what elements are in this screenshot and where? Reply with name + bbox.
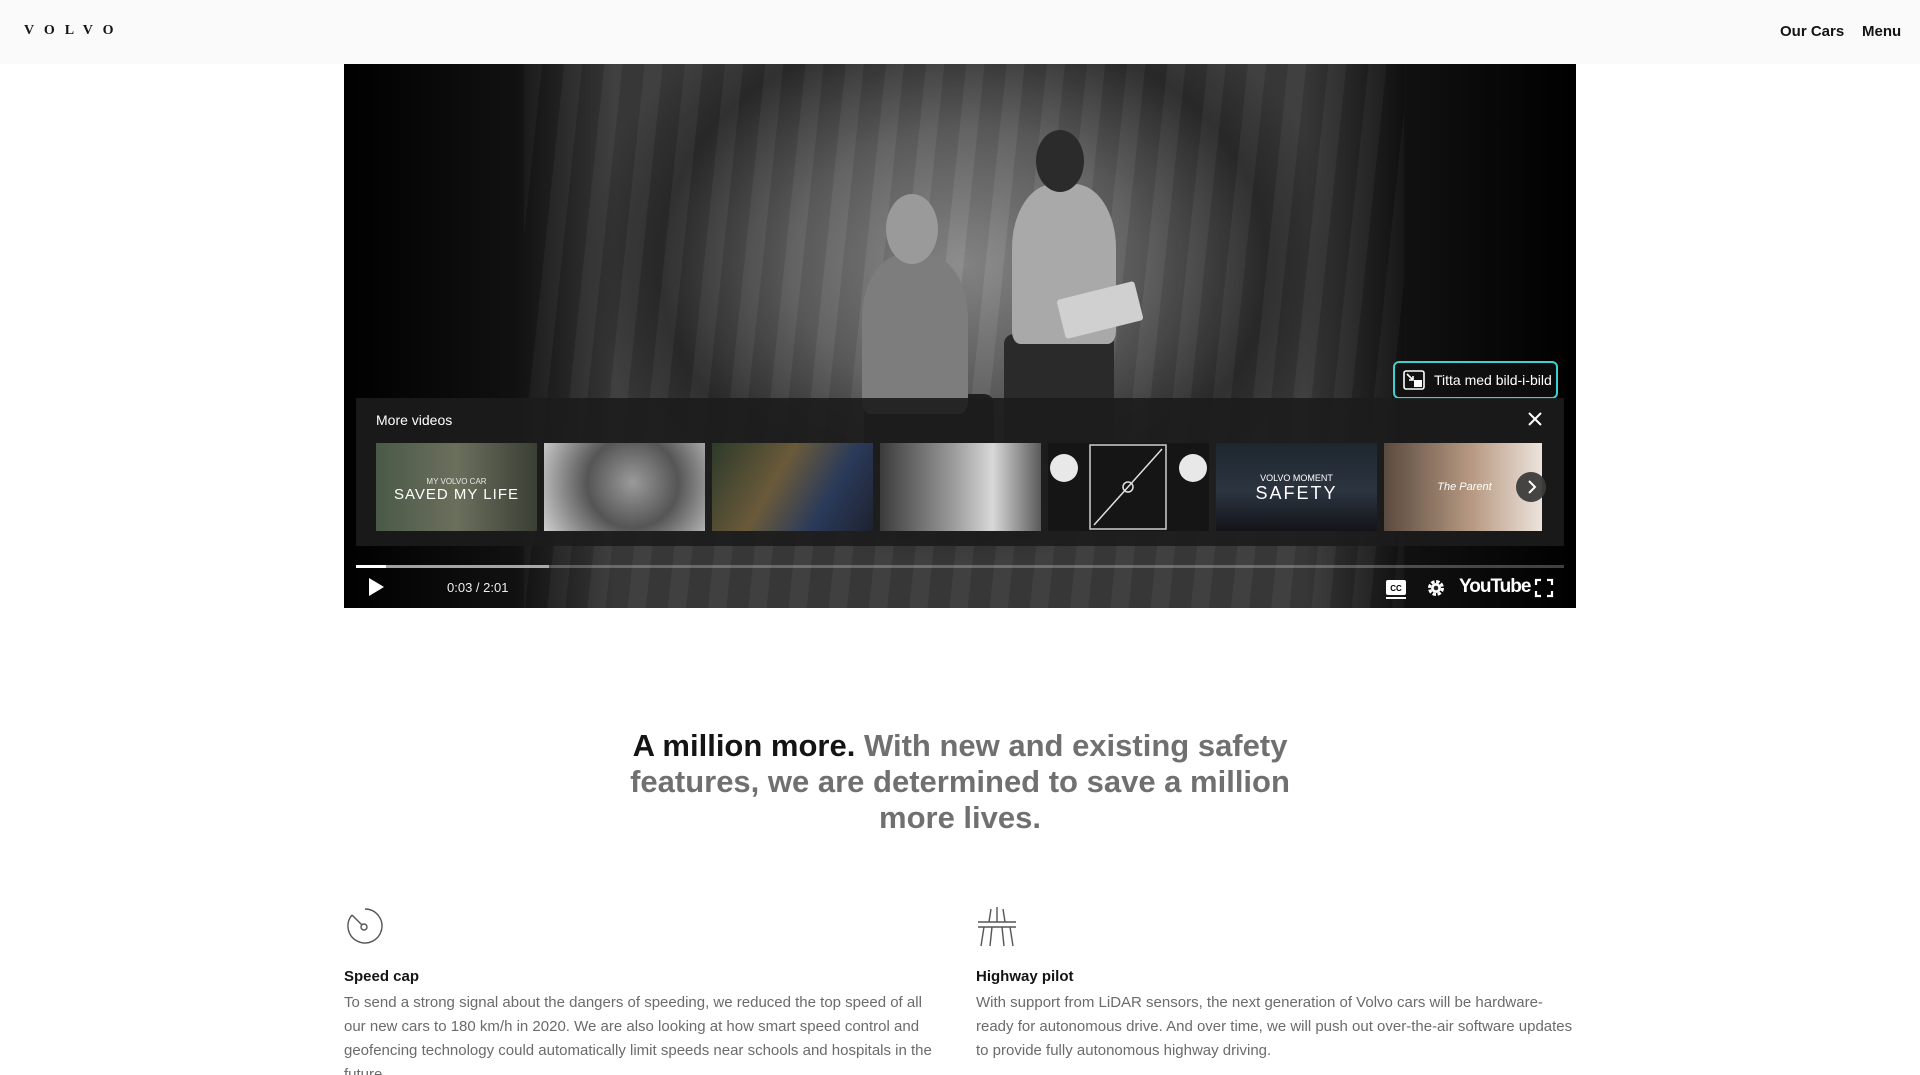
feature-highway-pilot: Highway pilot With support from LiDAR se…	[976, 968, 1576, 1063]
video-progress-bar[interactable]	[356, 565, 1564, 568]
video-thumbnail[interactable]	[544, 443, 705, 531]
feature-speed-cap: Speed cap To send a strong signal about …	[344, 968, 944, 1075]
video-thumbnail[interactable]: MY VOLVO CAR SAVED MY LIFE	[376, 443, 537, 531]
nav-menu[interactable]: Menu	[1862, 23, 1901, 40]
volvo-logo[interactable]: VOLVO	[24, 23, 124, 39]
feature-body: To send a strong signal about the danger…	[344, 994, 932, 1075]
cc-icon[interactable]: CC	[1385, 579, 1407, 604]
nav-our-cars[interactable]: Our Cars	[1780, 23, 1844, 40]
video-thumbnail[interactable]	[712, 443, 873, 531]
played-bar	[356, 565, 387, 568]
headline-strong: A million more.	[632, 728, 856, 763]
picture-in-picture-button[interactable]: Titta med bild-i-bild	[1393, 361, 1558, 399]
play-icon[interactable]	[366, 576, 386, 603]
video-player[interactable]: Titta med bild-i-bild More videos MY VOL…	[344, 64, 1576, 608]
speedometer-icon	[344, 904, 386, 946]
pip-icon	[1403, 370, 1425, 390]
close-icon[interactable]	[1526, 410, 1544, 428]
chevron-right-icon[interactable]	[1516, 472, 1546, 502]
feature-title: Highway pilot	[976, 968, 1074, 985]
youtube-logo[interactable]: YouTube	[1459, 576, 1531, 598]
safety-headline: A million more. With new and existing sa…	[600, 728, 1320, 836]
more-videos-panel: More videos MY VOLVO CAR SAVED MY LIFE V…	[356, 398, 1564, 546]
highway-icon	[976, 906, 1018, 948]
top-bar: VOLVO Our Cars Menu	[0, 0, 1920, 64]
time-display: 0:03 / 2:01	[447, 580, 509, 595]
svg-text:CC: CC	[1390, 584, 1402, 593]
feature-title: Speed cap	[344, 968, 420, 985]
fullscreen-icon[interactable]	[1534, 578, 1554, 603]
video-thumbnail[interactable]	[880, 443, 1041, 531]
feature-body: With support from LiDAR sensors, the nex…	[976, 994, 1573, 1059]
video-thumbnail[interactable]	[1048, 443, 1209, 531]
video-thumbnail[interactable]: VOLVO MOMENT SAFETY	[1216, 443, 1377, 531]
more-videos-list: MY VOLVO CAR SAVED MY LIFE VOLVO MOMENT …	[376, 443, 1542, 531]
pip-label: Titta med bild-i-bild	[1434, 372, 1552, 388]
settings-icon[interactable]	[1426, 578, 1446, 603]
more-videos-title: More videos	[376, 412, 453, 428]
